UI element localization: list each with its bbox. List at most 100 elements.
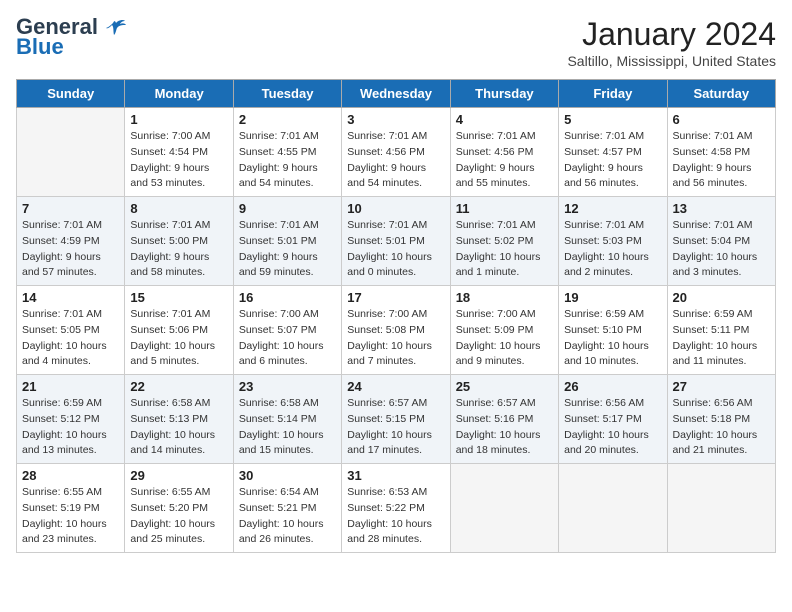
calendar-cell: 12 Sunrise: 7:01 AMSunset: 5:03 PMDayligh…: [559, 197, 667, 286]
calendar-week-row: 1 Sunrise: 7:00 AMSunset: 4:54 PMDaylight…: [17, 108, 776, 197]
day-info: Sunrise: 7:01 AMSunset: 4:58 PMDaylight:…: [673, 129, 770, 192]
day-number: 24: [347, 379, 444, 394]
calendar-cell: 29 Sunrise: 6:55 AMSunset: 5:20 PMDayligh…: [125, 464, 233, 553]
calendar-cell: 7Sunrise: 7:01 AMSunset: 4:59 PMDaylight…: [17, 197, 125, 286]
calendar-cell: 20 Sunrise: 6:59 AMSunset: 5:11 PMDayligh…: [667, 286, 775, 375]
day-number: 8: [130, 201, 227, 216]
day-number: 31: [347, 468, 444, 483]
day-info: Sunrise: 6:59 AMSunset: 5:12 PMDaylight:…: [22, 396, 119, 459]
day-number: 29: [130, 468, 227, 483]
calendar-cell: 13Sunrise: 7:01 AMSunset: 5:04 PMDayligh…: [667, 197, 775, 286]
day-info: Sunrise: 6:59 AMSunset: 5:10 PMDaylight:…: [564, 307, 661, 370]
day-info: Sunrise: 7:00 AMSunset: 4:54 PMDaylight:…: [130, 129, 227, 192]
day-header-thursday: Thursday: [450, 80, 558, 108]
day-number: 18: [456, 290, 553, 305]
day-number: 21: [22, 379, 119, 394]
day-header-tuesday: Tuesday: [233, 80, 341, 108]
calendar-cell: 6 Sunrise: 7:01 AMSunset: 4:58 PMDaylight…: [667, 108, 775, 197]
day-info: Sunrise: 7:01 AMSunset: 4:55 PMDaylight:…: [239, 129, 336, 192]
calendar-cell: 5 Sunrise: 7:01 AMSunset: 4:57 PMDaylight…: [559, 108, 667, 197]
calendar-cell: 26 Sunrise: 6:56 AMSunset: 5:17 PMDayligh…: [559, 375, 667, 464]
day-info: Sunrise: 7:01 AMSunset: 4:56 PMDaylight:…: [456, 129, 553, 192]
day-number: 14: [22, 290, 119, 305]
day-number: 22: [130, 379, 227, 394]
day-info: Sunrise: 6:55 AMSunset: 5:19 PMDaylight:…: [22, 485, 119, 548]
calendar-cell: 22 Sunrise: 6:58 AMSunset: 5:13 PMDayligh…: [125, 375, 233, 464]
logo-blue: Blue: [16, 36, 64, 58]
calendar-cell: 21 Sunrise: 6:59 AMSunset: 5:12 PMDayligh…: [17, 375, 125, 464]
day-number: 4: [456, 112, 553, 127]
calendar-cell: 28 Sunrise: 6:55 AMSunset: 5:19 PMDayligh…: [17, 464, 125, 553]
day-number: 2: [239, 112, 336, 127]
day-number: 11: [456, 201, 553, 216]
day-info: Sunrise: 7:00 AMSunset: 5:08 PMDaylight:…: [347, 307, 444, 370]
day-info: Sunrise: 6:56 AMSunset: 5:18 PMDaylight:…: [673, 396, 770, 459]
day-header-saturday: Saturday: [667, 80, 775, 108]
calendar-cell: 24 Sunrise: 6:57 AMSunset: 5:15 PMDayligh…: [342, 375, 450, 464]
calendar-week-row: 21 Sunrise: 6:59 AMSunset: 5:12 PMDayligh…: [17, 375, 776, 464]
day-number: 6: [673, 112, 770, 127]
calendar-cell: 19Sunrise: 6:59 AMSunset: 5:10 PMDayligh…: [559, 286, 667, 375]
calendar-table: SundayMondayTuesdayWednesdayThursdayFrid…: [16, 79, 776, 553]
logo-bird-icon: [106, 19, 126, 37]
calendar-cell: 1 Sunrise: 7:00 AMSunset: 4:54 PMDaylight…: [125, 108, 233, 197]
calendar-week-row: 7Sunrise: 7:01 AMSunset: 4:59 PMDaylight…: [17, 197, 776, 286]
day-info: Sunrise: 7:00 AMSunset: 5:07 PMDaylight:…: [239, 307, 336, 370]
calendar-cell: 2 Sunrise: 7:01 AMSunset: 4:55 PMDaylight…: [233, 108, 341, 197]
day-number: 13: [673, 201, 770, 216]
day-info: Sunrise: 7:01 AMSunset: 5:06 PMDaylight:…: [130, 307, 227, 370]
calendar-cell: 30 Sunrise: 6:54 AMSunset: 5:21 PMDayligh…: [233, 464, 341, 553]
day-number: 28: [22, 468, 119, 483]
month-year: January 2024: [567, 16, 776, 53]
calendar-cell: 16 Sunrise: 7:00 AMSunset: 5:07 PMDayligh…: [233, 286, 341, 375]
day-number: 17: [347, 290, 444, 305]
calendar-cell: 8 Sunrise: 7:01 AMSunset: 5:00 PMDaylight…: [125, 197, 233, 286]
day-info: Sunrise: 7:01 AMSunset: 5:00 PMDaylight:…: [130, 218, 227, 281]
day-number: 1: [130, 112, 227, 127]
calendar-week-row: 28 Sunrise: 6:55 AMSunset: 5:19 PMDayligh…: [17, 464, 776, 553]
location: Saltillo, Mississippi, United States: [567, 53, 776, 69]
calendar-cell: 18Sunrise: 7:00 AMSunset: 5:09 PMDayligh…: [450, 286, 558, 375]
title-block: January 2024 Saltillo, Mississippi, Unit…: [567, 16, 776, 69]
day-info: Sunrise: 6:57 AMSunset: 5:16 PMDaylight:…: [456, 396, 553, 459]
day-info: Sunrise: 7:01 AMSunset: 5:03 PMDaylight:…: [564, 218, 661, 281]
day-number: 5: [564, 112, 661, 127]
day-number: 10: [347, 201, 444, 216]
calendar-cell: [667, 464, 775, 553]
day-info: Sunrise: 6:57 AMSunset: 5:15 PMDaylight:…: [347, 396, 444, 459]
day-info: Sunrise: 7:01 AMSunset: 4:57 PMDaylight:…: [564, 129, 661, 192]
day-info: Sunrise: 6:58 AMSunset: 5:14 PMDaylight:…: [239, 396, 336, 459]
day-info: Sunrise: 7:01 AMSunset: 5:02 PMDaylight:…: [456, 218, 553, 281]
day-info: Sunrise: 6:55 AMSunset: 5:20 PMDaylight:…: [130, 485, 227, 548]
calendar-cell: [559, 464, 667, 553]
day-info: Sunrise: 7:01 AMSunset: 5:01 PMDaylight:…: [347, 218, 444, 281]
day-number: 15: [130, 290, 227, 305]
calendar-cell: 3Sunrise: 7:01 AMSunset: 4:56 PMDaylight…: [342, 108, 450, 197]
calendar-cell: 23Sunrise: 6:58 AMSunset: 5:14 PMDayligh…: [233, 375, 341, 464]
day-number: 16: [239, 290, 336, 305]
day-header-monday: Monday: [125, 80, 233, 108]
page-header: General Blue January 2024 Saltillo, Miss…: [16, 16, 776, 69]
day-info: Sunrise: 6:56 AMSunset: 5:17 PMDaylight:…: [564, 396, 661, 459]
calendar-cell: [450, 464, 558, 553]
calendar-header-row: SundayMondayTuesdayWednesdayThursdayFrid…: [17, 80, 776, 108]
day-header-friday: Friday: [559, 80, 667, 108]
day-info: Sunrise: 7:01 AMSunset: 5:05 PMDaylight:…: [22, 307, 119, 370]
day-info: Sunrise: 6:59 AMSunset: 5:11 PMDaylight:…: [673, 307, 770, 370]
day-number: 25: [456, 379, 553, 394]
day-number: 20: [673, 290, 770, 305]
logo: General Blue: [16, 16, 126, 58]
day-info: Sunrise: 7:01 AMSunset: 4:59 PMDaylight:…: [22, 218, 119, 281]
day-info: Sunrise: 6:53 AMSunset: 5:22 PMDaylight:…: [347, 485, 444, 548]
day-info: Sunrise: 6:58 AMSunset: 5:13 PMDaylight:…: [130, 396, 227, 459]
day-number: 26: [564, 379, 661, 394]
day-number: 30: [239, 468, 336, 483]
calendar-cell: 25 Sunrise: 6:57 AMSunset: 5:16 PMDayligh…: [450, 375, 558, 464]
calendar-cell: 27 Sunrise: 6:56 AMSunset: 5:18 PMDayligh…: [667, 375, 775, 464]
calendar-cell: 11 Sunrise: 7:01 AMSunset: 5:02 PMDayligh…: [450, 197, 558, 286]
calendar-week-row: 14 Sunrise: 7:01 AMSunset: 5:05 PMDayligh…: [17, 286, 776, 375]
day-number: 27: [673, 379, 770, 394]
day-info: Sunrise: 7:01 AMSunset: 5:01 PMDaylight:…: [239, 218, 336, 281]
day-info: Sunrise: 6:54 AMSunset: 5:21 PMDaylight:…: [239, 485, 336, 548]
day-number: 12: [564, 201, 661, 216]
